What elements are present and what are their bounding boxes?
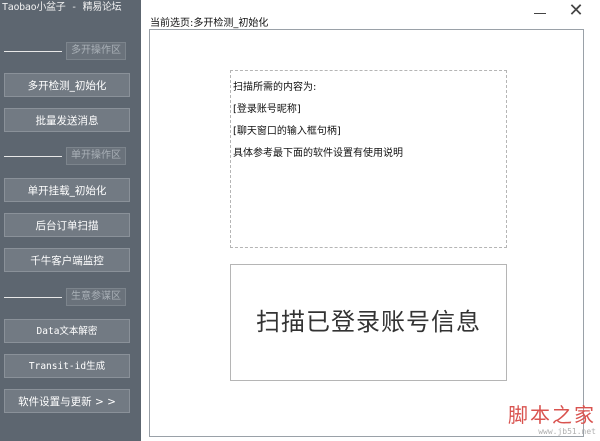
section-multi-open: 多开操作区 xyxy=(0,42,141,60)
section-business-advisor: 生意参谋区 xyxy=(0,288,141,306)
section-single-open: 单开操作区 xyxy=(0,147,141,165)
scan-logged-in-accounts-button[interactable]: 扫描已登录账号信息 xyxy=(230,264,507,381)
section-label: 单开操作区 xyxy=(66,147,126,165)
section-label: 生意参谋区 xyxy=(66,288,126,306)
software-settings-update-button[interactable]: 软件设置与更新 > > xyxy=(4,389,130,413)
single-open-mount-init-button[interactable]: 单开挂载_初始化 xyxy=(4,178,130,202)
info-line: 具体参考最下面的软件设置有使用说明 xyxy=(233,148,403,159)
app-title: Taobao小盆子 - 精易论坛 xyxy=(2,2,122,13)
info-line: [登录账号昵称] xyxy=(233,104,301,115)
sidebar: Taobao小盆子 - 精易论坛 多开操作区 多开检测_初始化 批量发送消息 单… xyxy=(0,0,141,441)
close-icon: ✕ xyxy=(568,0,584,21)
watermark-text: 脚本之家 xyxy=(508,403,596,427)
watermark: 脚本之家 www.jb51.net xyxy=(496,403,596,441)
bulk-send-message-button[interactable]: 批量发送消息 xyxy=(4,108,130,132)
qianniu-client-monitor-button[interactable]: 千牛客户端监控 xyxy=(4,248,130,272)
multi-open-detect-init-button[interactable]: 多开检测_初始化 xyxy=(4,73,130,97)
minimize-icon xyxy=(534,13,546,14)
watermark-url: www.jb51.net xyxy=(538,427,596,436)
main-panel: 扫描所需的内容为: [登录账号昵称] [聊天窗口的输入框句柄] 具体参考最下面的… xyxy=(149,29,584,437)
minimize-button[interactable] xyxy=(532,4,548,20)
scan-info-box: 扫描所需的内容为: [登录账号昵称] [聊天窗口的输入框句柄] 具体参考最下面的… xyxy=(230,70,507,248)
transit-id-generate-button[interactable]: Transit-id生成 xyxy=(4,354,130,378)
section-label: 多开操作区 xyxy=(66,42,126,60)
background-order-scan-button[interactable]: 后台订单扫描 xyxy=(4,213,130,237)
section-divider xyxy=(4,156,62,157)
info-line: 扫描所需的内容为: xyxy=(233,82,317,93)
section-divider xyxy=(4,51,62,52)
info-line: [聊天窗口的输入框句柄] xyxy=(233,126,341,137)
current-page-label: 当前选页:多开检测_初始化 xyxy=(150,18,269,29)
close-button[interactable]: ✕ xyxy=(566,1,586,21)
data-text-decrypt-button[interactable]: Data文本解密 xyxy=(4,319,130,343)
section-divider xyxy=(4,297,62,298)
